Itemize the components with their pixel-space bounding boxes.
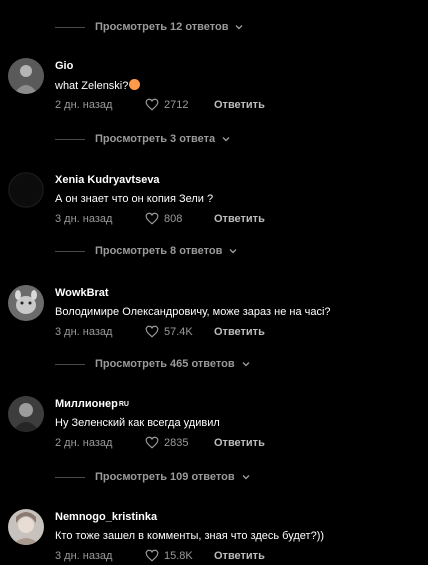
comment-date: 2 дн. назад <box>55 98 113 111</box>
username[interactable]: Gio <box>55 60 73 72</box>
comment-item: WowkBrat Володимире Олександровичу, може… <box>0 285 428 353</box>
avatar[interactable] <box>8 285 44 321</box>
reply-button[interactable]: Ответить <box>214 437 265 449</box>
like-button[interactable]: 2835 <box>145 436 198 449</box>
divider-line <box>55 476 85 478</box>
divider-line <box>55 250 85 252</box>
view-replies-button[interactable]: Просмотреть 465 ответов <box>55 354 251 374</box>
comment-text: Володимире Олександровичу, може зараз не… <box>55 306 331 318</box>
comment-date: 2 дн. назад <box>55 436 113 449</box>
comment-text: what Zelenski? <box>55 79 141 92</box>
avatar[interactable] <box>8 509 44 545</box>
chevron-down-icon <box>242 362 250 367</box>
reply-button[interactable]: Ответить <box>214 99 265 111</box>
heart-icon <box>145 212 159 225</box>
like-button[interactable]: 15.8K <box>145 549 198 562</box>
avatar[interactable] <box>8 58 44 94</box>
like-count: 2712 <box>164 98 189 111</box>
like-button[interactable]: 57.4K <box>145 325 198 338</box>
comment-item: Gio what Zelenski? 2 дн. назад 2712 Отве… <box>0 58 428 126</box>
comment-date: 3 дн. назад <box>55 212 113 225</box>
chevron-down-icon <box>242 475 250 480</box>
like-count: 2835 <box>164 436 189 449</box>
view-replies-label: Просмотреть 3 ответа <box>95 133 216 145</box>
avatar[interactable] <box>8 172 44 208</box>
comment-meta: 3 дн. назад 808 Ответить <box>55 212 265 225</box>
comment-item: МиллионерRU Ну Зеленский как всегда удив… <box>0 396 428 464</box>
like-button[interactable]: 2712 <box>145 98 198 111</box>
comments-feed: Просмотреть 12 ответов Gio what Zelenski… <box>0 0 428 565</box>
comment-text: А он знает что он копия Зели ? <box>55 193 214 205</box>
like-count: 808 <box>164 212 183 225</box>
comment-meta: 3 дн. назад 57.4K Ответить <box>55 325 265 338</box>
chevron-down-icon <box>229 249 237 254</box>
comment-meta: 2 дн. назад 2712 Ответить <box>55 98 265 111</box>
comment-date: 3 дн. назад <box>55 325 113 338</box>
reply-button[interactable]: Ответить <box>214 550 265 562</box>
username[interactable]: WowkBrat <box>55 287 109 299</box>
like-count: 15.8K <box>164 549 193 562</box>
view-replies-label: Просмотреть 109 ответов <box>95 471 235 483</box>
view-replies-label: Просмотреть 465 ответов <box>95 358 235 370</box>
username[interactable]: МиллионерRU <box>55 398 129 410</box>
smiling-face-with-hearts-icon <box>129 79 141 90</box>
comment-item: Xenia Kudryavtseva А он знает что он коп… <box>0 172 428 240</box>
chevron-down-icon <box>222 137 230 142</box>
view-replies-button[interactable]: Просмотреть 8 ответов <box>55 241 238 261</box>
heart-icon <box>145 549 159 562</box>
view-replies-label: Просмотреть 12 ответов <box>95 21 229 33</box>
comment-meta: 3 дн. назад 15.8K Ответить <box>55 549 265 562</box>
username[interactable]: Xenia Kudryavtseva <box>55 174 160 186</box>
comment-meta: 2 дн. назад 2835 Ответить <box>55 436 265 449</box>
heart-icon <box>145 325 159 338</box>
divider-line <box>55 363 85 365</box>
reply-button[interactable]: Ответить <box>214 326 265 338</box>
view-replies-button[interactable]: Просмотреть 12 ответов <box>55 17 244 37</box>
heart-icon <box>145 98 159 111</box>
heart-icon <box>145 436 159 449</box>
comment-item: Nemnogo_kristinka Кто тоже зашел в комме… <box>0 509 428 565</box>
view-replies-label: Просмотреть 8 ответов <box>95 245 223 257</box>
avatar[interactable] <box>8 396 44 432</box>
username[interactable]: Nemnogo_kristinka <box>55 511 157 523</box>
like-button[interactable]: 808 <box>145 212 198 225</box>
comment-text: Ну Зеленский как всегда удивил <box>55 417 220 429</box>
chevron-down-icon <box>235 25 243 30</box>
comment-date: 3 дн. назад <box>55 549 113 562</box>
divider-line <box>55 26 85 28</box>
username-badge: RU <box>118 401 129 408</box>
like-count: 57.4K <box>164 325 193 338</box>
divider-line <box>55 138 85 140</box>
view-replies-button[interactable]: Просмотреть 3 ответа <box>55 129 231 149</box>
view-replies-button[interactable]: Просмотреть 109 ответов <box>55 467 251 487</box>
comment-text: Кто тоже зашел в комменты, зная что здес… <box>55 530 325 542</box>
reply-button[interactable]: Ответить <box>214 213 265 225</box>
